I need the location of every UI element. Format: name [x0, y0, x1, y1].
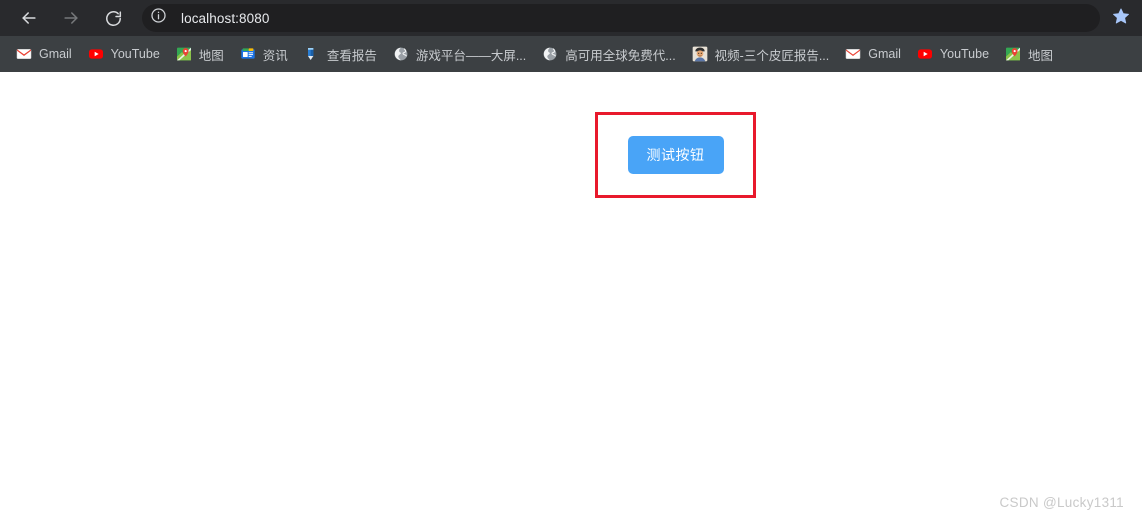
bookmark-item-youtube-1[interactable]: YouTube [80, 41, 168, 67]
back-button[interactable] [14, 3, 44, 33]
gmail-icon [845, 46, 861, 62]
bookmark-label: 资讯 [262, 48, 288, 63]
bookmark-label: Gmail [39, 47, 72, 61]
browser-toolbar: localhost:8080 [0, 0, 1142, 36]
page-viewport: 测试按钮 CSDN @Lucky1311 [0, 72, 1142, 518]
site-info-button[interactable] [147, 7, 169, 29]
globe-icon [393, 46, 409, 62]
bookmark-item-video-report[interactable]: 视频-三个皮匠报告... [684, 41, 838, 67]
youtube-icon [917, 46, 933, 62]
reload-icon [104, 9, 123, 28]
bookmark-item-news[interactable]: 资讯 [232, 41, 296, 67]
browser-window: localhost:8080 Gmail YouTube 地图 资讯 查看报告 … [0, 0, 1142, 518]
avatar-favicon-icon [692, 46, 708, 62]
bookmark-item-youtube-2[interactable]: YouTube [909, 41, 997, 67]
google-news-icon [240, 46, 256, 62]
bookmark-item-free-proxy[interactable]: 高可用全球免费代... [534, 41, 683, 67]
bookmarks-bar: Gmail YouTube 地图 资讯 查看报告 游戏平台——大屏... 高可用… [0, 36, 1142, 72]
forward-button[interactable] [56, 3, 86, 33]
test-button[interactable]: 测试按钮 [627, 136, 724, 174]
annotation-highlight-rectangle: 测试按钮 [595, 112, 756, 198]
bookmark-item-maps-2[interactable]: 地图 [997, 41, 1061, 67]
bookmark-label: 地图 [1028, 48, 1054, 63]
bookmark-item-game-platform[interactable]: 游戏平台——大屏... [385, 41, 534, 67]
bookmark-item-view-report[interactable]: 查看报告 [296, 41, 385, 67]
bookmark-item-gmail-1[interactable]: Gmail [8, 41, 80, 67]
arrow-right-icon [61, 8, 81, 28]
bookmark-label: 查看报告 [326, 48, 377, 63]
bookmark-label: 地图 [198, 48, 224, 63]
bookmark-item-gmail-2[interactable]: Gmail [837, 41, 909, 67]
address-bar[interactable]: localhost:8080 [142, 4, 1100, 32]
google-maps-icon [1005, 46, 1021, 62]
bookmark-label: 高可用全球免费代... [565, 48, 676, 63]
star-filled-icon [1112, 7, 1130, 30]
bookmark-label: Gmail [868, 47, 901, 61]
reload-button[interactable] [98, 3, 128, 33]
bookmark-item-maps-1[interactable]: 地图 [168, 41, 232, 67]
bookmark-label: 视频-三个皮匠报告... [714, 48, 830, 63]
youtube-icon [88, 46, 104, 62]
bookmark-label: 游戏平台——大屏... [415, 48, 527, 63]
address-bar-url[interactable]: localhost:8080 [181, 11, 269, 26]
arrow-left-icon [19, 8, 39, 28]
gmail-icon [16, 46, 32, 62]
watermark: CSDN @Lucky1311 [999, 495, 1124, 510]
info-circle-icon [150, 7, 167, 29]
bookmark-label: YouTube [110, 47, 160, 61]
globe-icon [542, 46, 558, 62]
bookmark-star-button[interactable] [1106, 3, 1136, 33]
google-maps-icon [176, 46, 192, 62]
blue-pen-icon [304, 46, 320, 62]
bookmark-label: YouTube [939, 47, 990, 61]
